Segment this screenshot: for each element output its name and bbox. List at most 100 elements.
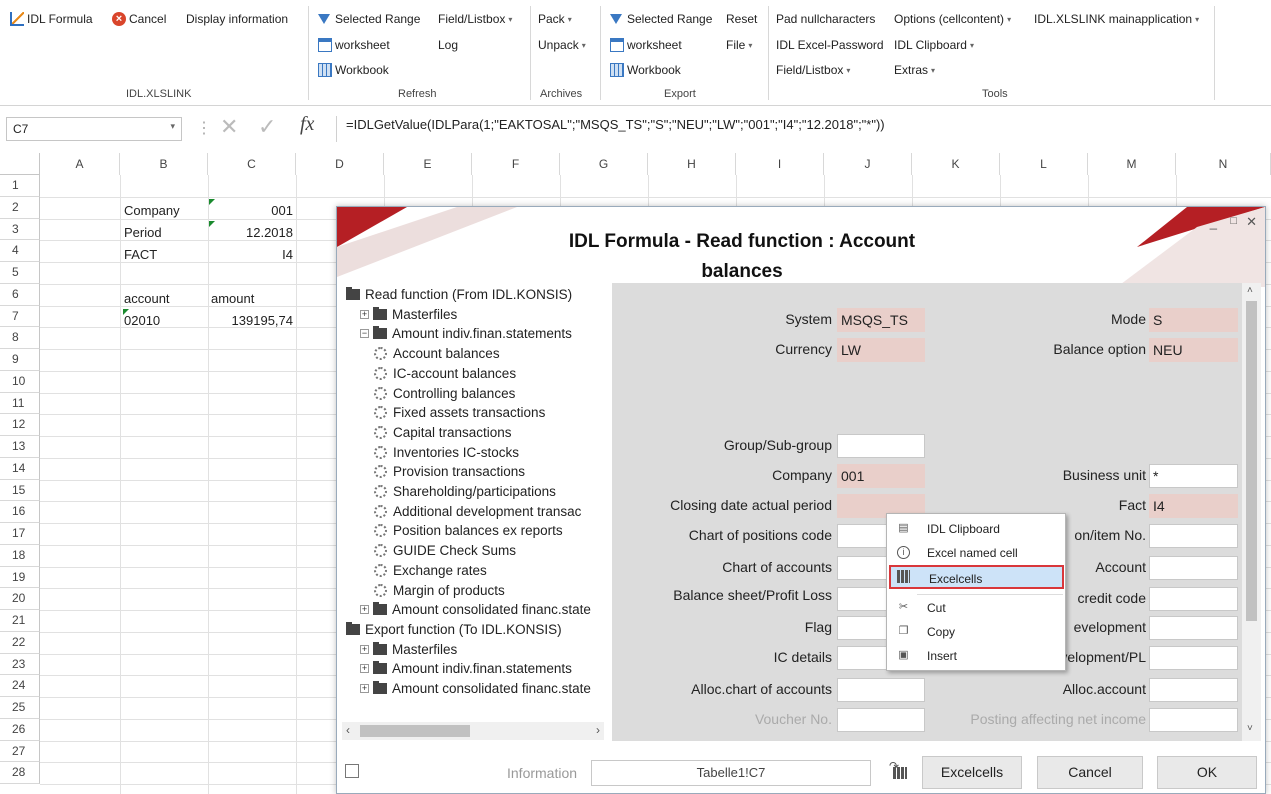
- tree-node[interactable]: + Amount consolidated financ.state: [360, 679, 591, 698]
- collapse-icon[interactable]: −: [360, 329, 369, 339]
- refresh-log-button[interactable]: Log: [438, 36, 458, 54]
- name-box[interactable]: C7 ▾: [6, 117, 182, 141]
- menu-item-excel-named-cell[interactable]: i Excel named cell: [889, 541, 1064, 565]
- unpack-button[interactable]: Unpack ▾: [538, 36, 586, 54]
- alloc-account-field[interactable]: [1149, 678, 1238, 702]
- ok-button[interactable]: OK: [1157, 756, 1257, 789]
- column-header[interactable]: L: [1000, 153, 1088, 175]
- menu-item-cut[interactable]: ✂ Cut: [889, 596, 1064, 620]
- menu-item-copy[interactable]: ❐ Copy: [889, 620, 1064, 644]
- row-header[interactable]: 17: [0, 523, 40, 545]
- chevron-left-icon[interactable]: ‹: [346, 723, 350, 737]
- vertical-scrollbar[interactable]: ˄ ˅: [1242, 283, 1261, 741]
- tree-node[interactable]: + Masterfiles: [360, 640, 457, 659]
- tree-node[interactable]: Read function (From IDL.KONSIS): [346, 285, 572, 304]
- menu-item-idl-clipboard[interactable]: ▤ IDL Clipboard: [889, 517, 1064, 541]
- column-header[interactable]: E: [384, 153, 472, 175]
- maximize-icon[interactable]: □: [1230, 215, 1237, 227]
- export-workbook-button[interactable]: Workbook: [610, 61, 681, 79]
- tree-node[interactable]: − Amount indiv.finan.statements: [360, 324, 572, 343]
- row-header[interactable]: 11: [0, 392, 40, 415]
- function-tree[interactable]: Read function (From IDL.KONSIS) + Masterfi…: [342, 283, 604, 741]
- extras-button[interactable]: Extras ▾: [894, 61, 935, 79]
- tree-leaf[interactable]: Exchange rates: [374, 561, 487, 580]
- scroll-thumb[interactable]: [1246, 301, 1257, 621]
- row-header[interactable]: 5: [0, 262, 40, 284]
- row-header[interactable]: 9: [0, 349, 40, 371]
- export-worksheet-button[interactable]: worksheet: [610, 36, 682, 54]
- mode-field[interactable]: S: [1149, 308, 1238, 332]
- scroll-thumb[interactable]: [360, 725, 470, 737]
- position-item-field[interactable]: [1149, 524, 1238, 548]
- cell-c4[interactable]: I4: [208, 247, 293, 262]
- expand-icon[interactable]: +: [360, 664, 369, 674]
- row-header[interactable]: 12: [0, 414, 40, 436]
- account-field[interactable]: [1149, 556, 1238, 580]
- pad-nullcharacters-button[interactable]: Pad nullcharacters: [776, 10, 875, 28]
- column-header[interactable]: A: [40, 153, 120, 175]
- row-header[interactable]: 25: [0, 697, 40, 719]
- row-header[interactable]: 19: [0, 566, 40, 589]
- column-header[interactable]: N: [1176, 153, 1271, 175]
- export-selected-range-button[interactable]: Selected Range: [610, 10, 712, 28]
- row-header[interactable]: 28: [0, 762, 40, 784]
- display-information-button[interactable]: Display information: [186, 10, 288, 28]
- row-header[interactable]: 22: [0, 631, 40, 654]
- excelcells-button[interactable]: Excelcells: [922, 756, 1022, 789]
- currency-field[interactable]: LW: [837, 338, 925, 362]
- row-header[interactable]: 20: [0, 588, 40, 610]
- export-reset-button[interactable]: Reset: [726, 10, 757, 28]
- row-header[interactable]: 24: [0, 675, 40, 697]
- cell-c6[interactable]: amount: [211, 291, 254, 306]
- tree-node[interactable]: Export function (To IDL.KONSIS): [346, 620, 562, 639]
- column-header[interactable]: C: [208, 153, 296, 175]
- tree-leaf[interactable]: Provision transactions: [374, 462, 525, 481]
- cell-b2[interactable]: Company: [124, 203, 180, 218]
- excel-link-icon[interactable]: ↷: [889, 759, 909, 781]
- expand-icon[interactable]: +: [360, 684, 369, 693]
- chevron-right-icon[interactable]: ›: [596, 723, 600, 737]
- refresh-worksheet-button[interactable]: worksheet: [318, 36, 390, 54]
- idl-formula-button[interactable]: IDL Formula: [10, 10, 93, 28]
- column-header[interactable]: G: [560, 153, 648, 175]
- menu-item-excelcells[interactable]: Excelcells: [889, 565, 1064, 589]
- transaction-development-field[interactable]: [1149, 646, 1238, 670]
- close-icon[interactable]: ✕: [220, 114, 238, 140]
- column-header[interactable]: H: [648, 153, 736, 175]
- row-header[interactable]: 26: [0, 718, 40, 741]
- function-icon[interactable]: fx: [300, 113, 314, 136]
- chevron-up-icon[interactable]: ˄: [1247, 285, 1253, 296]
- tree-leaf[interactable]: IC-account balances: [374, 364, 516, 383]
- tree-leaf[interactable]: Capital transactions: [374, 423, 512, 442]
- menu-item-insert[interactable]: ▣ Insert: [889, 644, 1064, 668]
- row-header[interactable]: 7: [0, 305, 40, 328]
- row-header[interactable]: 10: [0, 370, 40, 393]
- minimize-icon[interactable]: _: [1210, 215, 1217, 230]
- tree-leaf[interactable]: Account balances: [374, 344, 500, 363]
- column-header[interactable]: I: [736, 153, 824, 175]
- chevron-down-icon[interactable]: ˅: [1247, 723, 1253, 734]
- tree-leaf[interactable]: Inventories IC-stocks: [374, 443, 519, 462]
- tree-leaf[interactable]: Shareholding/participations: [374, 482, 556, 501]
- row-header[interactable]: 14: [0, 457, 40, 480]
- close-icon[interactable]: ✕: [1246, 214, 1257, 230]
- refresh-workbook-button[interactable]: Workbook: [318, 61, 389, 79]
- row-header[interactable]: 18: [0, 544, 40, 567]
- row-header[interactable]: 3: [0, 218, 40, 241]
- check-icon[interactable]: ✓: [258, 114, 276, 140]
- row-header[interactable]: 27: [0, 740, 40, 763]
- row-header[interactable]: 8: [0, 327, 40, 349]
- business-unit-field[interactable]: *: [1149, 464, 1238, 488]
- column-header[interactable]: K: [912, 153, 1000, 175]
- formula-input[interactable]: =IDLGetValue(IDLPara(1;"EAKTOSAL";"MSQS_…: [346, 117, 885, 132]
- column-header[interactable]: B: [120, 153, 208, 175]
- tools-field-listbox-button[interactable]: Field/Listbox ▾: [776, 61, 850, 79]
- system-field[interactable]: MSQS_TS: [837, 308, 925, 332]
- column-header[interactable]: M: [1088, 153, 1176, 175]
- expand-icon[interactable]: +: [360, 309, 369, 319]
- horizontal-scrollbar[interactable]: ‹ ›: [342, 722, 604, 740]
- posting-field[interactable]: [1149, 708, 1238, 732]
- row-header[interactable]: 2: [0, 196, 40, 219]
- cell-b3[interactable]: Period: [124, 225, 162, 240]
- column-header[interactable]: J: [824, 153, 912, 175]
